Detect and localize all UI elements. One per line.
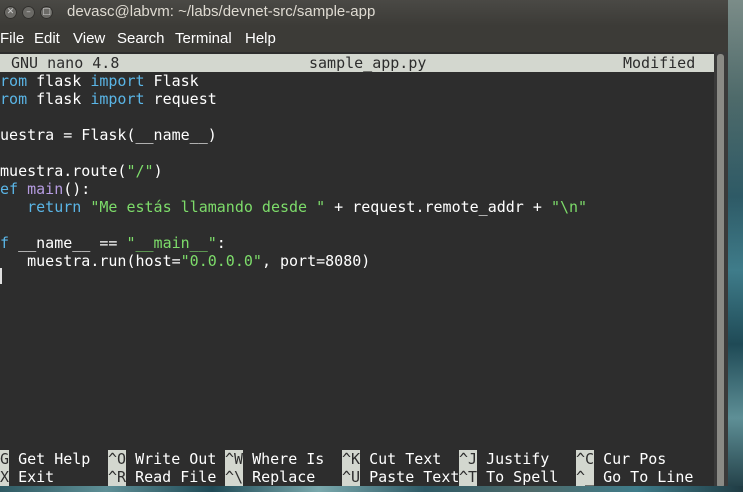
shortcut-to-spell[interactable]: ^T To Spell xyxy=(459,468,558,486)
maximize-window-button[interactable]: □ xyxy=(40,6,53,19)
code-line: muestra = Flask(__name__) xyxy=(0,126,217,144)
code-line: @muestra.route("/") xyxy=(0,162,163,180)
code-line: if __name__ == "__main__": xyxy=(0,234,226,252)
shortcut-get-help[interactable]: ^G Get Help xyxy=(0,450,90,468)
code-line: muestra.run(host="0.0.0.0", port=8080) xyxy=(0,252,371,270)
shortcut-paste-text[interactable]: ^U Paste Text xyxy=(342,468,459,486)
shortcut-cur-pos[interactable]: ^C Cur Pos xyxy=(576,450,666,468)
menu-search[interactable]: Search xyxy=(117,30,165,47)
menu-bar: File Edit View Search Terminal Help xyxy=(0,26,728,52)
nano-header: GNU nano 4.8 sample_app.py Modified xyxy=(0,54,718,72)
shortcut-read-file[interactable]: ^R Read File xyxy=(108,468,216,486)
minimize-window-button[interactable]: – xyxy=(22,6,35,19)
shortcut-go-to-line[interactable]: ^_ Go To Line xyxy=(576,468,693,486)
code-line: return "Me estás llamando desde " + requ… xyxy=(27,198,588,216)
nano-status: Modified xyxy=(623,54,696,72)
close-icon: ✕ xyxy=(6,7,15,17)
terminal-area[interactable]: GNU nano 4.8 sample_app.py Modified from… xyxy=(0,52,728,492)
menu-terminal[interactable]: Terminal xyxy=(175,30,232,47)
shortcut-write-out[interactable]: ^O Write Out xyxy=(108,450,216,468)
shortcut-cut-text[interactable]: ^K Cut Text xyxy=(342,450,441,468)
shortcut-exit[interactable]: ^X Exit xyxy=(0,468,54,486)
window-titlebar[interactable]: ✕ – □ devasc@labvm: ~/labs/devnet-src/sa… xyxy=(0,0,728,26)
code-line: def main(): xyxy=(0,180,91,198)
desktop-background xyxy=(728,0,743,492)
menu-edit[interactable]: Edit xyxy=(34,30,60,47)
scrollbar-thumb[interactable] xyxy=(717,54,724,488)
code-line: from flask import request xyxy=(0,90,217,108)
shortcut-justify[interactable]: ^J Justify xyxy=(459,450,549,468)
shortcut-replace[interactable]: ^\ Replace xyxy=(225,468,315,486)
shortcut-where-is[interactable]: ^W Where Is xyxy=(225,450,324,468)
nano-filename: sample_app.py xyxy=(309,54,427,72)
code-line: from flask import Flask xyxy=(0,72,199,90)
text-cursor xyxy=(0,268,2,284)
close-window-button[interactable]: ✕ xyxy=(4,6,17,19)
window-title: devasc@labvm: ~/labs/devnet-src/sample-a… xyxy=(67,3,376,20)
menu-help[interactable]: Help xyxy=(245,30,276,47)
terminal-scrollbar[interactable] xyxy=(714,52,728,492)
minimize-icon: – xyxy=(26,7,31,17)
desktop-background-strip xyxy=(0,486,743,492)
menu-view[interactable]: View xyxy=(73,30,105,47)
maximize-icon: □ xyxy=(42,7,51,17)
menu-file[interactable]: File xyxy=(0,30,24,47)
nano-version: GNU nano 4.8 xyxy=(11,54,120,72)
